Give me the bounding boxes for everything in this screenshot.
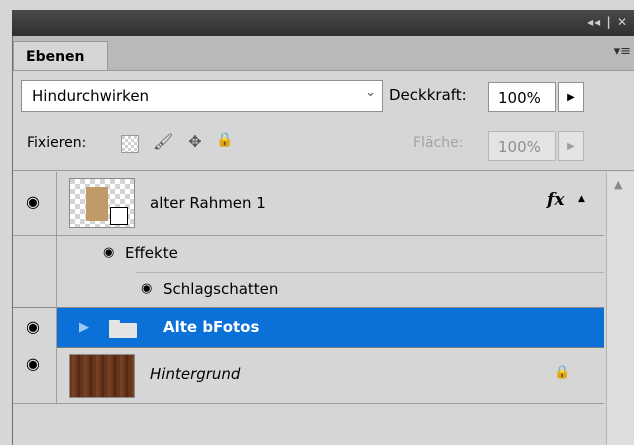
layer-row-alter-rahmen[interactable]: ◉ alter Rahmen 1 fx ▲ (13, 172, 604, 236)
group-expand-triangle-icon[interactable]: ▶ (79, 320, 89, 335)
visibility-cell (13, 272, 57, 308)
eye-icon[interactable]: ◉ (141, 281, 152, 296)
layer-name[interactable]: Hintergrund (150, 365, 240, 383)
opacity-slider-arrow-icon[interactable]: ▶ (558, 82, 584, 112)
frame-preview (86, 187, 108, 221)
lock-transparent-icon[interactable] (121, 135, 139, 153)
eye-icon[interactable]: ◉ (22, 354, 44, 376)
layer-list: ◉ alter Rahmen 1 fx ▲ ◉ Effekte ◉ Schlag… (13, 172, 634, 445)
visibility-cell (13, 236, 57, 272)
eye-icon[interactable]: ◉ (22, 192, 44, 214)
layers-scrollbar[interactable]: ▲ (606, 172, 634, 445)
effect-row-drop-shadow[interactable]: ◉ Schlagschatten (13, 272, 604, 308)
fill-input[interactable]: 100% (488, 131, 556, 161)
collapse-close-controls[interactable]: ◂◂ | ✕ (587, 15, 628, 29)
layer-thumbnail (69, 178, 135, 228)
brush-icon[interactable]: 🖌 (153, 132, 173, 154)
layer-name[interactable]: alter Rahmen 1 (150, 194, 266, 212)
scroll-up-icon[interactable]: ▲ (614, 178, 622, 191)
panel-menu-icon[interactable]: ▾≡ (614, 44, 631, 59)
chevron-down-icon: ⌄ (365, 85, 376, 100)
eye-icon[interactable]: ◉ (103, 245, 114, 260)
opacity-input[interactable]: 100% (488, 82, 556, 112)
eye-icon[interactable]: ◉ (22, 317, 44, 339)
lock-icon: 🔒 (554, 365, 571, 380)
visibility-cell[interactable]: ◉ (13, 172, 57, 236)
fill-slider-arrow-icon[interactable]: ▶ (558, 131, 584, 161)
fx-icon[interactable]: fx (547, 190, 564, 210)
blend-mode-select[interactable]: Hindurchwirken ⌄ (21, 80, 383, 112)
smart-object-badge-icon (110, 207, 128, 225)
move-icon[interactable]: ✥ (185, 132, 205, 154)
visibility-cell[interactable]: ◉ (13, 308, 57, 348)
expand-effects-icon[interactable]: ▲ (578, 194, 585, 204)
effect-name: Schlagschatten (163, 280, 279, 298)
lock-label: Fixieren: (27, 135, 87, 151)
tab-strip: Ebenen ▾≡ (13, 36, 634, 71)
fill-label: Fläche: (413, 135, 464, 151)
divider (13, 170, 634, 171)
lock-icon[interactable]: 🔒 (215, 132, 235, 154)
panel-titlebar: ◂◂ | ✕ (12, 10, 634, 36)
layer-row-hintergrund[interactable]: ◉ Hintergrund 🔒 (13, 348, 604, 404)
blend-mode-value: Hindurchwirken (32, 87, 150, 105)
layers-panel-window: ◂◂ | ✕ Ebenen ▾≡ Hindurchwirken ⌄ Deckkr… (0, 0, 634, 445)
layer-name[interactable]: Alte bFotos (163, 318, 259, 336)
layer-row-alte-bfotos[interactable]: ◉ ▶ Alte bFotos (13, 308, 604, 348)
effects-row[interactable]: ◉ Effekte (13, 236, 604, 272)
layer-thumbnail (69, 354, 135, 398)
tab-layers[interactable]: Ebenen (13, 41, 108, 70)
effects-label: Effekte (125, 244, 178, 262)
layers-panel: Ebenen ▾≡ Hindurchwirken ⌄ Deckkraft: 10… (12, 36, 634, 445)
folder-icon (109, 320, 137, 338)
visibility-cell[interactable]: ◉ (13, 348, 57, 404)
opacity-label: Deckkraft: (389, 86, 467, 104)
